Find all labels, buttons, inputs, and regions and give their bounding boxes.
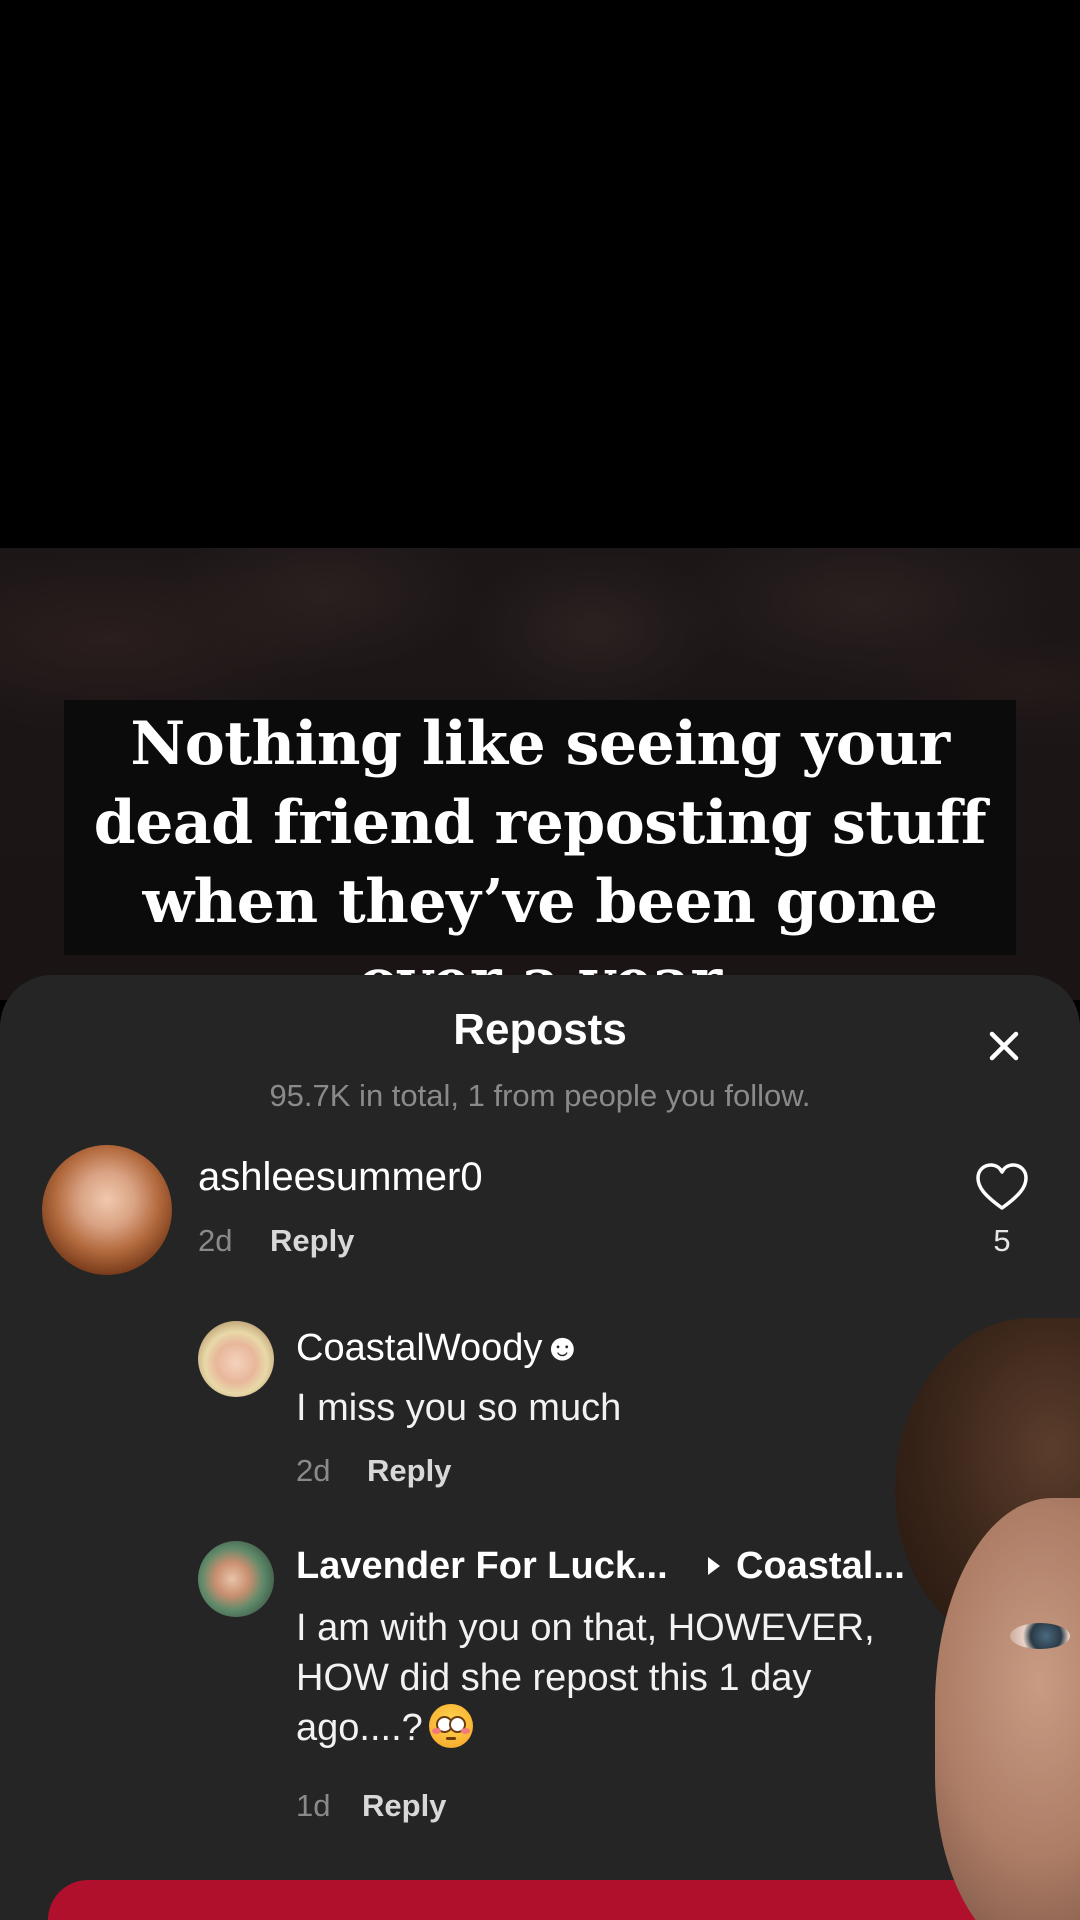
sheet-title: Reposts <box>453 1005 627 1054</box>
avatar[interactable] <box>198 1541 274 1617</box>
comment-username[interactable]: CoastalWoody☻ <box>296 1327 582 1370</box>
like-count: 5 <box>993 1223 1011 1258</box>
comment-time: 2d <box>198 1223 233 1258</box>
comment-text: I miss you so much <box>296 1387 622 1429</box>
comment-time: 1d <box>296 1788 331 1823</box>
flushed-face-emoji <box>428 1704 473 1748</box>
reply-button[interactable]: Reply <box>362 1788 446 1824</box>
comment-username[interactable]: ashleesummer0 <box>198 1155 483 1200</box>
reply-target-username[interactable]: Coastal... <box>736 1545 905 1588</box>
comment-text: I am with you on that, HOWEVER, HOW did … <box>296 1603 936 1753</box>
avatar[interactable] <box>42 1145 172 1275</box>
reply-button[interactable]: Reply <box>367 1453 451 1489</box>
reply-button[interactable]: Reply <box>270 1223 354 1259</box>
avatar[interactable] <box>198 1321 274 1397</box>
reposts-summary: 95.7K in total, 1 from people you follow… <box>269 1078 811 1113</box>
heart-icon[interactable] <box>974 1161 1030 1213</box>
video-feed-screen: Nothing like seeing your dead friend rep… <box>0 0 1080 1920</box>
video-player[interactable]: Nothing like seeing your dead friend rep… <box>0 0 1080 1016</box>
comment-username[interactable]: Lavender For Luck... <box>296 1545 668 1588</box>
comment-text-body: I am with you on that, HOWEVER, HOW did … <box>296 1607 875 1749</box>
creator-face-overlay <box>895 1318 1080 1920</box>
comment-time: 2d <box>296 1453 331 1488</box>
video-caption-text: Nothing like seeing your dead friend rep… <box>93 709 987 1016</box>
reply-arrow-icon <box>708 1557 720 1575</box>
close-icon[interactable] <box>978 1020 1030 1072</box>
